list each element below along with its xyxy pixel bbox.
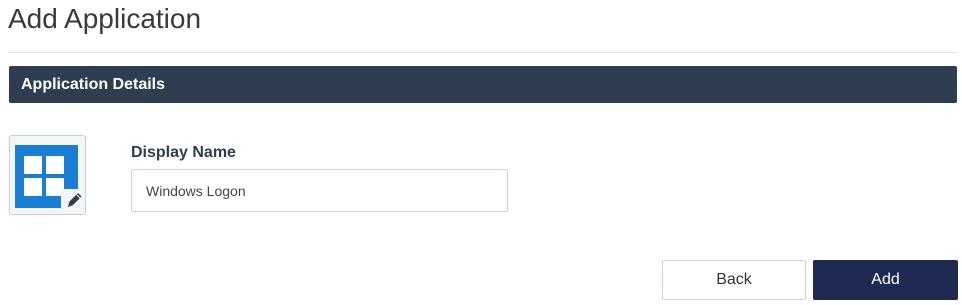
- title-divider: [8, 52, 958, 53]
- add-button[interactable]: Add: [813, 260, 958, 300]
- display-name-label: Display Name: [131, 144, 236, 161]
- windows-logo-icon: [15, 145, 85, 213]
- section-header-title: Application Details: [21, 76, 166, 93]
- display-name-input[interactable]: [131, 169, 508, 212]
- pencil-icon: [61, 189, 85, 213]
- back-button[interactable]: Back: [662, 260, 806, 300]
- section-header: Application Details: [9, 66, 957, 103]
- app-icon-picker[interactable]: [9, 135, 86, 215]
- page-title: Add Application: [8, 3, 202, 34]
